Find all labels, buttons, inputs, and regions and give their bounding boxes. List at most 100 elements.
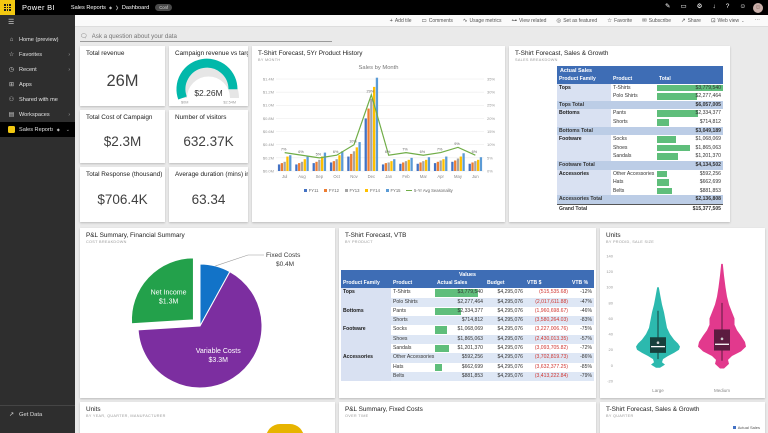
sidebar-item-favorites[interactable]: ☆Favorites› — [0, 47, 75, 62]
kpi-value: $706.4K — [80, 179, 165, 220]
svg-text:10%: 10% — [487, 142, 495, 147]
tile-subtitle: BY PRODUCT — [339, 239, 596, 244]
legend-item: FY11 — [304, 188, 318, 193]
chevron-icon: ⌄ — [66, 127, 70, 133]
tile-subtitle: BY MONTH — [252, 57, 505, 62]
svg-text:Feb: Feb — [402, 174, 410, 179]
toolbar-subscribe[interactable]: ✉Subscribe — [642, 18, 671, 24]
chart-legend: FY11FY12FY13FY14FY155-Yr Avg Seasonality — [252, 188, 505, 193]
toolbar-add-tile[interactable]: +Add tile — [390, 18, 412, 24]
qna-input[interactable] — [92, 33, 317, 40]
tile-average-duration[interactable]: Average duration (mins) in s... 63.34 — [169, 167, 248, 222]
tile-subtitle: BY QUARTER — [600, 413, 765, 418]
table-row: Polo Shirts$2,277,464 — [557, 92, 723, 101]
table-row: Shoes$1,865,063$4,295,076(2,430,013.35)-… — [341, 335, 594, 344]
download-icon[interactable]: ↓ — [712, 4, 715, 11]
hamburger-icon[interactable]: ☰ — [0, 15, 75, 32]
waffle-menu-icon[interactable] — [0, 0, 15, 15]
breadcrumb: Sales Reports ◆ ❯ Dashboard Conf — [71, 4, 172, 11]
svg-text:$0.2M: $0.2M — [263, 155, 274, 160]
get-data-arrow-icon: ↗ — [8, 411, 15, 418]
campaign-gauge-chart: $2.26M$0M$2.54M — [171, 58, 246, 104]
svg-text:Medium: Medium — [714, 388, 730, 393]
help-icon[interactable]: ? — [726, 4, 730, 11]
tile-5yr-product-history[interactable]: T-Shirt Forecast, 5Yr Product History BY… — [252, 46, 505, 222]
tile-title: T-Shirt Forecast, Sales & Growth — [509, 46, 730, 57]
svg-text:$0M: $0M — [181, 101, 188, 105]
feedback-smiley-icon[interactable]: ☺ — [739, 4, 746, 11]
svg-text:35%: 35% — [487, 76, 495, 81]
chart-title: Sales by Month — [252, 65, 505, 71]
get-data-button[interactable]: ↗ Get Data — [0, 405, 75, 423]
nav-sidebar: ☰ ⌂Home (preview)☆Favorites›◷Recent›⊞App… — [0, 15, 75, 433]
toolbar-web-view[interactable]: ⊡Web view⌄ — [711, 18, 745, 24]
avatar[interactable]: ☺ — [753, 3, 763, 13]
tile-title: P&L Summary, Financial Summary — [80, 228, 335, 239]
svg-text:$0.4M: $0.4M — [263, 142, 274, 147]
comments-icon[interactable]: ▭ — [681, 4, 687, 11]
sidebar-item-apps[interactable]: ⊞Apps — [0, 77, 75, 92]
get-data-label: Get Data — [19, 412, 42, 418]
svg-text:$1.4M: $1.4M — [263, 76, 274, 81]
home-icon: ⌂ — [8, 37, 15, 43]
breadcrumb-separator-icon: ❯ — [115, 5, 119, 11]
sidebar-item-shared-with-me[interactable]: ⚇Shared with me — [0, 92, 75, 107]
toolbar-favorite[interactable]: ☆Favorite — [607, 18, 632, 24]
tile-pnl-summary-pie[interactable]: P&L Summary, Financial Summary COST BREA… — [80, 228, 335, 398]
table-row: Belts$881,853$4,295,076(3,413,222.84)-79… — [341, 372, 594, 381]
toolbar-usage-metrics[interactable]: ∿Usage metrics — [463, 18, 502, 24]
breadcrumb-page[interactable]: Dashboard — [122, 5, 149, 11]
svg-text:$1.3M: $1.3M — [159, 298, 179, 305]
svg-text:Jun: Jun — [472, 174, 479, 179]
svg-text:80: 80 — [609, 300, 614, 305]
table-row: Sandals$1,201,370 — [557, 152, 723, 161]
power-bi-logo: Power BI — [22, 3, 55, 12]
tile-number-of-visitors[interactable]: Number of visitors 632.37K — [169, 110, 248, 163]
tile-campaign-gauge[interactable]: Campaign revenue vs target $2.26M$0M$2.5… — [169, 46, 248, 106]
tile-title: T-Shirt Forecast, 5Yr Product History — [252, 46, 505, 57]
tile-units-by-year[interactable]: Units BY YEAR, QUARTER, MANUFACTURER — [80, 402, 335, 433]
svg-text:40: 40 — [609, 332, 614, 337]
kpi-value: 632.37K — [169, 122, 248, 161]
table-row: Accessories Total$2,136,808 — [557, 195, 723, 204]
toolbar-share[interactable]: ↗Share — [681, 18, 701, 24]
usage-metrics-icon: ∿ — [463, 18, 468, 24]
comments-icon: ▭ — [422, 18, 427, 24]
tile-pnl-fixed-costs[interactable]: P&L Summary, Fixed Costs OVER TIME — [339, 402, 596, 433]
sidebar-item-sales-reports[interactable]: Sales Reports◆⌄ — [0, 122, 75, 137]
table-row: Shorts$714,812 — [557, 118, 723, 127]
svg-text:Apr: Apr — [437, 174, 444, 179]
table-band: Values — [341, 270, 594, 279]
toolbar-comments[interactable]: ▭Comments — [422, 18, 453, 24]
sidebar-item-recent[interactable]: ◷Recent› — [0, 62, 75, 77]
tile-title: P&L Summary, Fixed Costs — [339, 402, 596, 413]
toolbar-more-options[interactable]: ⋯ — [755, 18, 761, 24]
shared-with-me-icon: ⚇ — [8, 96, 15, 103]
chevron-icon: › — [68, 67, 70, 73]
qna-bar[interactable]: 🗨 — [80, 31, 332, 42]
tile-units-violin[interactable]: Units BY PRODID, SALE SIZE 1401201008060… — [600, 228, 765, 398]
settings-gear-icon[interactable]: ⚙ — [697, 4, 703, 11]
legend-swatch — [733, 426, 736, 429]
gem-icon: ◆ — [109, 5, 112, 10]
tile-sales-growth-by-quarter[interactable]: T-Shirt Forecast, Sales & Growth BY QUAR… — [600, 402, 765, 433]
tile-vtb-table[interactable]: T-Shirt Forecast, VTB BY PRODUCT ValuesP… — [339, 228, 596, 398]
toolbar-view-related[interactable]: ⊶View related — [511, 18, 546, 24]
breadcrumb-workspace[interactable]: Sales Reports — [71, 5, 106, 11]
svg-text:$3.3M: $3.3M — [209, 357, 229, 364]
sidebar-item-workspaces[interactable]: ▤Workspaces› — [0, 107, 75, 122]
tile-total-response[interactable]: Total Response (thousand) $706.4K — [80, 167, 165, 222]
toolbar-set-as-featured[interactable]: ◎Set as featured — [556, 18, 597, 24]
speech-bubble-icon: 🗨 — [80, 33, 88, 40]
edit-icon[interactable]: ✎ — [665, 4, 670, 11]
apps-icon: ⊞ — [8, 81, 15, 88]
svg-text:100: 100 — [606, 285, 613, 290]
dashboard-toolbar: +Add tile ▭Comments ∿Usage metrics ⊶View re… — [75, 15, 768, 27]
gem-icon: ◆ — [57, 127, 60, 132]
classification-badge: Conf — [155, 4, 172, 11]
tile-total-revenue[interactable]: Total revenue 26M — [80, 46, 165, 106]
tile-total-cost[interactable]: Total Cost of Campaign $2.3M — [80, 110, 165, 163]
tile-sales-growth-table[interactable]: T-Shirt Forecast, Sales & Growth SALES B… — [509, 46, 730, 222]
table-row: Grand Total$15,377,505 — [557, 204, 723, 214]
sidebar-item-home[interactable]: ⌂Home (preview) — [0, 32, 75, 47]
